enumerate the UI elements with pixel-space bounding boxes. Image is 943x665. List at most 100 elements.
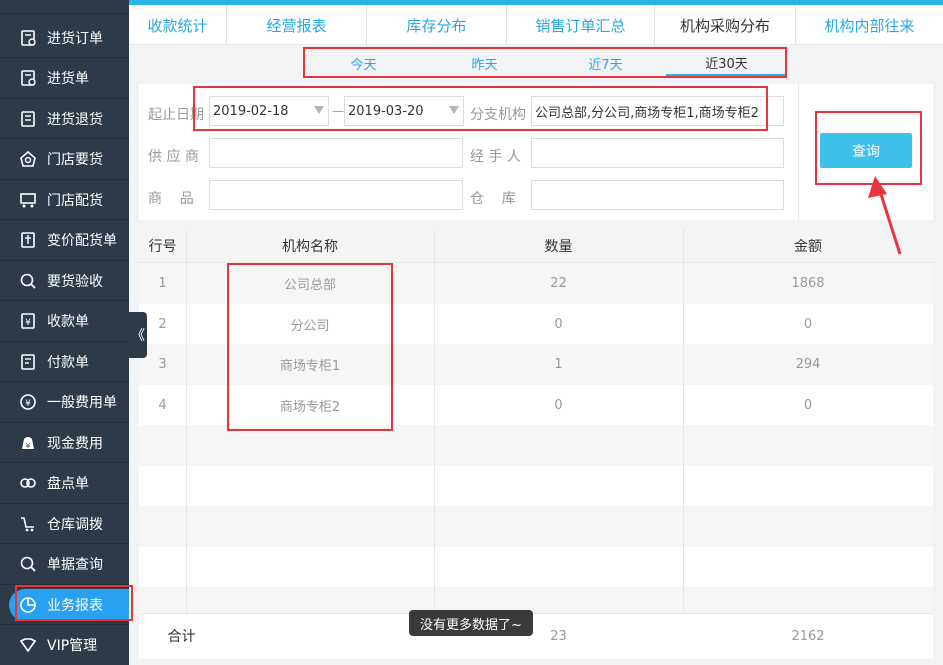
cell-name: 公司总部 <box>283 278 336 293</box>
total-label: 合计 <box>167 629 196 645</box>
table-row <box>139 466 933 507</box>
tab-sales-order-summary[interactable]: 销售订单汇总 <box>507 5 655 45</box>
supplier-input[interactable] <box>209 138 463 168</box>
quick-date-today[interactable]: 今天 <box>303 48 424 78</box>
no-more-data-toast: 没有更多数据了~ <box>409 610 533 636</box>
pie-chart-icon <box>18 595 38 615</box>
sidebar-item-8[interactable]: 付款单 <box>0 342 129 382</box>
sidebar-item-label: 付款单 <box>47 354 89 371</box>
end-date-value: 2019-03-20 <box>348 103 424 119</box>
sidebar-item-9[interactable]: ¥ 一般费用单 <box>0 383 129 423</box>
vip-icon <box>18 635 38 655</box>
column-divider <box>186 229 187 613</box>
sidebar-item-1[interactable]: 进货单 <box>0 59 129 99</box>
sidebar-item-label: 进货退货 <box>47 111 103 128</box>
cart-transfer-icon <box>18 514 38 534</box>
header-row-no: 行号 <box>148 239 177 255</box>
tab-payment-stats[interactable]: 收款统计 <box>129 5 227 45</box>
table-footer: 合计 23 2162 <box>139 613 933 659</box>
table-row <box>139 425 933 466</box>
price-change-icon <box>18 230 38 250</box>
annotation-arrow <box>868 176 902 255</box>
cell-amount: 294 <box>795 357 821 372</box>
cell-qty: 1 <box>554 357 563 372</box>
start-date-picker[interactable]: 2019-02-18 <box>209 96 329 126</box>
total-amount: 2162 <box>791 628 825 644</box>
cell-name: 商场专柜2 <box>279 399 341 415</box>
tab-branch-internal-transactions[interactable]: 机构内部往来 <box>796 5 943 45</box>
stocktake-icon <box>18 473 38 493</box>
quick-date-yesterday[interactable]: 昨天 <box>424 48 545 78</box>
purchase-return-icon <box>18 109 38 129</box>
cell-qty: 22 <box>550 276 567 291</box>
tab-inventory-distribution[interactable]: 库存分布 <box>367 5 507 45</box>
search-icon <box>18 554 38 574</box>
query-button[interactable]: 查询 <box>820 133 912 168</box>
table-row[interactable]: 3 商场专柜1 1 294 <box>139 344 933 385</box>
sidebar-item-15[interactable]: VIP管理 <box>0 626 129 665</box>
filter-divider <box>798 84 799 220</box>
warehouse-input[interactable] <box>531 180 784 210</box>
column-divider <box>683 229 684 613</box>
quick-date-tabs: 今天 昨天 近7天 近30天 <box>303 48 787 78</box>
sidebar-item-label: 现金费用 <box>47 435 103 452</box>
sidebar-top-stub <box>0 0 129 14</box>
sidebar-item-label: 进货订单 <box>47 30 103 47</box>
sidebar-item-4[interactable]: 门店配货 <box>0 180 129 220</box>
table-row[interactable]: 2 分公司 0 0 <box>139 304 933 345</box>
store-distribution-icon <box>18 190 38 210</box>
cell-amount: 1868 <box>791 276 825 291</box>
sidebar-item-label: 单据查询 <box>47 557 103 573</box>
tab-branch-purchase-distribution[interactable]: 机构采购分布 <box>655 5 796 45</box>
cell-no: 1 <box>158 276 167 291</box>
branch-value: 公司总部,分公司,商场专柜1,商场专柜2 <box>535 105 759 121</box>
table-row <box>139 506 933 547</box>
purchase-order-icon <box>18 28 38 48</box>
table-row[interactable]: 4 商场专柜2 0 0 <box>139 385 933 426</box>
sidebar-item-label: 仓库调拨 <box>47 516 103 533</box>
branch-select[interactable]: 公司总部,分公司,商场专柜1,商场专柜2 <box>531 96 784 126</box>
table-row[interactable]: 1 公司总部 22 1868 <box>139 263 933 304</box>
svg-text:¥: ¥ <box>25 399 31 409</box>
end-date-picker[interactable]: 2019-03-20 <box>344 96 464 126</box>
sidebar-collapse-button[interactable]: 《 <box>129 312 147 358</box>
quick-date-last-7-days[interactable]: 近7天 <box>545 48 666 78</box>
table-header: 行号 机构名称 数量 金额 <box>139 229 933 263</box>
branch-label: 分支机构 <box>470 107 526 123</box>
column-divider <box>434 229 435 613</box>
supplier-label: 供 应 商 <box>148 149 199 165</box>
handler-label: 经 手 人 <box>470 149 521 165</box>
product-input[interactable] <box>209 180 463 210</box>
sidebar-item-11[interactable]: 盘点单 <box>0 464 129 504</box>
quick-date-last-30-days[interactable]: 近30天 <box>666 50 787 76</box>
handler-input[interactable] <box>531 138 784 168</box>
cell-name: 商场专柜1 <box>279 359 341 374</box>
payment-icon <box>18 352 38 372</box>
warehouse-label: 仓 库 <box>470 191 516 207</box>
sidebar-item-5[interactable]: 变价配货单 <box>0 221 129 261</box>
sidebar-item-13[interactable]: 单据查询 <box>0 545 129 585</box>
inspection-icon <box>18 271 38 291</box>
sidebar-item-label: 门店配货 <box>47 192 103 209</box>
chevron-down-icon <box>449 106 459 114</box>
sidebar-item-0[interactable]: 进货订单 <box>0 18 129 58</box>
sidebar-item-12[interactable]: 仓库调拨 <box>0 504 129 544</box>
cash-bag-icon: ¥ <box>18 433 38 453</box>
cell-amount: 0 <box>803 316 813 332</box>
report-tabs: 收款统计 经营报表 库存分布 销售订单汇总 机构采购分布 机构内部往来 <box>129 5 943 45</box>
store-request-icon <box>18 149 38 169</box>
header-branch-name: 机构名称 <box>282 239 338 255</box>
sidebar-item-10[interactable]: ¥ 现金费用 <box>0 423 129 463</box>
tab-business-report[interactable]: 经营报表 <box>227 5 367 45</box>
sidebar-item-7[interactable]: ¥ 收款单 <box>0 302 129 342</box>
sidebar-item-14[interactable]: 业务报表 <box>0 585 129 625</box>
sidebar-item-label: 一般费用单 <box>47 395 117 411</box>
date-range-label: 起止日期 <box>148 107 204 123</box>
sidebar-item-3[interactable]: 门店要货 <box>0 140 129 180</box>
sidebar-item-2[interactable]: 进货退货 <box>0 99 129 139</box>
yen-icon: ¥ <box>18 392 38 412</box>
cell-no: 4 <box>158 397 167 413</box>
table-row <box>139 547 933 588</box>
sidebar-item-6[interactable]: 要货验收 <box>0 261 129 301</box>
sidebar-item-label: 门店要货 <box>47 152 103 168</box>
